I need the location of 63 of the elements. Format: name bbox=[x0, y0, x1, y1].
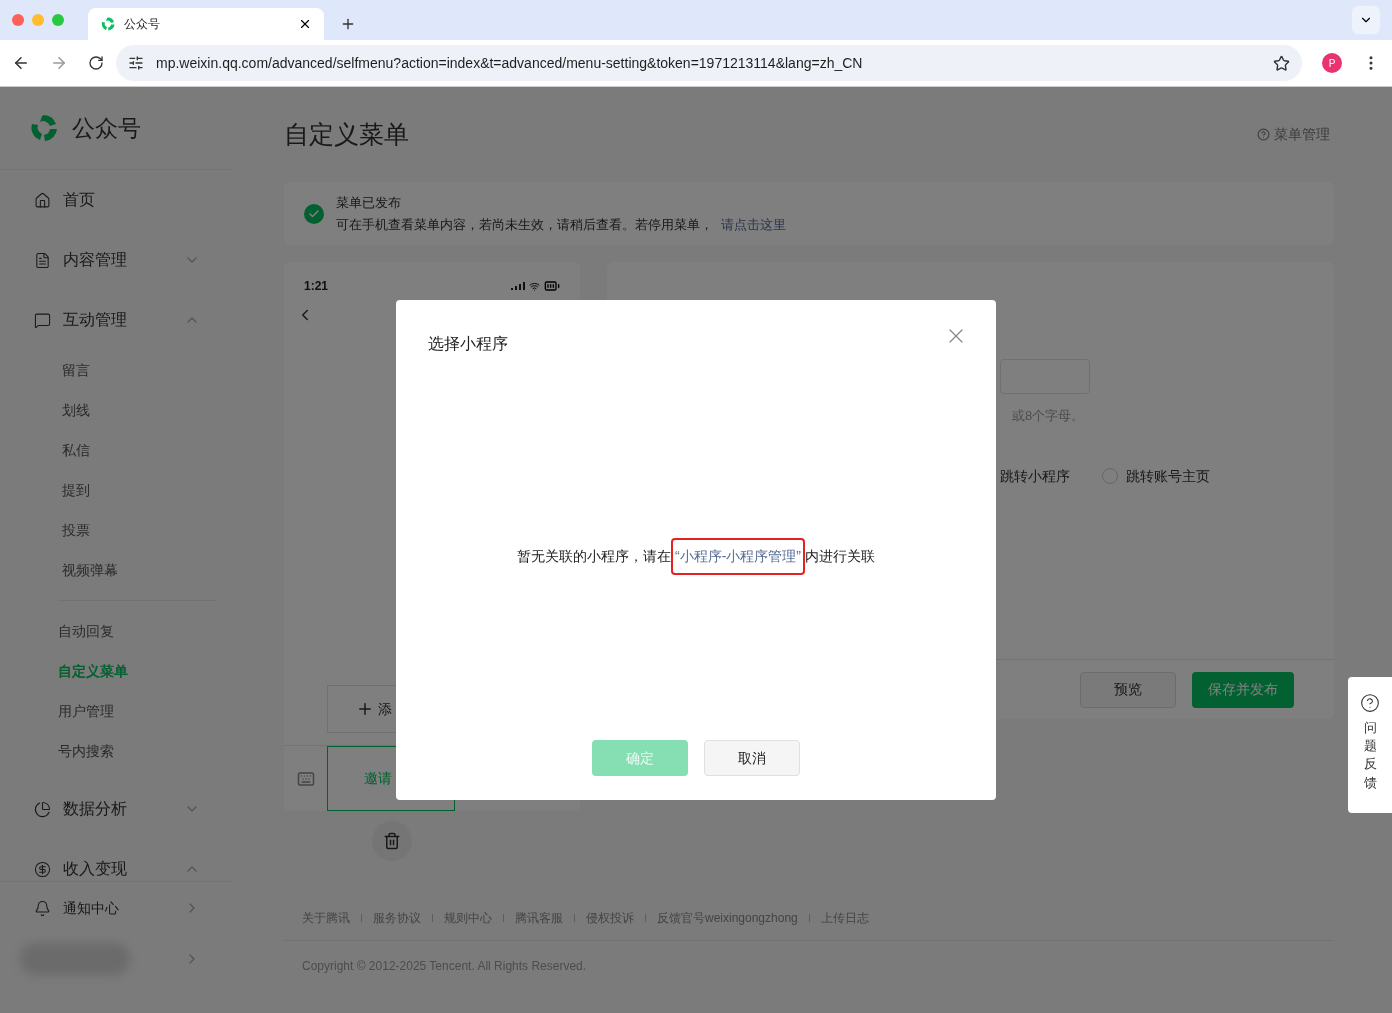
sidebar-group[interactable]: 数据分析 bbox=[0, 779, 232, 839]
page-title: 自定义菜单 bbox=[284, 118, 409, 150]
sidebar-icon bbox=[34, 860, 51, 878]
feedback-button[interactable]: 问题反馈 bbox=[1348, 677, 1392, 813]
sidebar-item[interactable]: 划线 bbox=[0, 390, 232, 430]
delete-button[interactable] bbox=[372, 821, 412, 861]
dialog-message: 内进行关联 bbox=[805, 546, 875, 566]
sidebar-icon bbox=[34, 800, 51, 818]
new-tab-icon[interactable] bbox=[340, 16, 356, 32]
mini-program-management-link[interactable]: “小程序-小程序管理” bbox=[671, 537, 805, 575]
sidebar-item[interactable]: 留言 bbox=[0, 350, 232, 390]
option-label: 跳转小程序 bbox=[1000, 466, 1070, 486]
status-icons bbox=[511, 278, 560, 294]
keyboard-icon[interactable] bbox=[296, 769, 315, 788]
preview-button[interactable]: 预览 bbox=[1080, 671, 1176, 708]
check-icon bbox=[304, 203, 324, 224]
notice-title: 菜单已发布 bbox=[336, 193, 402, 212]
help-icon bbox=[1360, 693, 1380, 713]
status-time: 1:21 bbox=[304, 278, 329, 295]
site-settings-icon[interactable] bbox=[128, 55, 144, 71]
bookmark-icon[interactable] bbox=[1273, 54, 1290, 72]
logo-icon bbox=[100, 16, 116, 32]
plus-icon bbox=[356, 700, 374, 718]
address-bar[interactable]: mp.weixin.qq.com/advanced/selfmenu?action=index&t=advanced/menu-setting&token=1971213114&lang=zh_CN bbox=[116, 45, 1302, 81]
maximize-window-icon[interactable] bbox=[52, 14, 64, 26]
dialog-title: 选择小程序 bbox=[428, 334, 508, 354]
sidebar-group[interactable]: 首页 bbox=[0, 170, 232, 230]
url-text: mp.weixin.qq.com/advanced/selfmenu?action=index&t=advanced/menu-setting&token=1971213114&lang=zh_CN bbox=[156, 53, 864, 73]
sidebar-item[interactable]: 视频弹幕 bbox=[0, 550, 232, 590]
back-icon[interactable] bbox=[12, 54, 30, 72]
sidebar-item[interactable]: 自定义菜单 bbox=[58, 651, 216, 691]
sidebar-group[interactable]: 内容管理 bbox=[0, 230, 232, 290]
logo-text: 公众号 bbox=[72, 113, 141, 143]
close-window-icon[interactable] bbox=[12, 14, 24, 26]
publish-button[interactable]: 保存并发布 bbox=[1192, 671, 1294, 708]
profile-avatar[interactable]: P bbox=[1322, 53, 1342, 73]
close-icon[interactable] bbox=[298, 17, 312, 31]
sidebar-icon bbox=[34, 311, 51, 329]
browser-tab[interactable]: 公众号 bbox=[88, 8, 324, 40]
help-icon bbox=[1257, 128, 1270, 141]
sidebar-icon bbox=[34, 251, 51, 269]
sidebar-item[interactable]: 私信 bbox=[0, 430, 232, 470]
reload-icon[interactable] bbox=[88, 55, 104, 71]
sidebar-item[interactable]: 通知中心 bbox=[0, 882, 232, 934]
tab-title: 公众号 bbox=[124, 16, 161, 32]
notice-text: 可在手机查看菜单内容，若尚未生效，请稍后查看。若停用菜单， bbox=[336, 215, 713, 234]
disable-menu-link[interactable]: 请点击这里 bbox=[721, 213, 786, 236]
sidebar-icon bbox=[34, 191, 51, 209]
bell-icon bbox=[34, 899, 51, 917]
sidebar-item[interactable]: 用户管理 bbox=[58, 691, 216, 731]
sidebar-group[interactable]: 收入变现 bbox=[0, 839, 232, 881]
dialog-message: 暂无关联的小程序，请在 bbox=[517, 546, 671, 566]
sidebar-item[interactable]: 提到 bbox=[0, 470, 232, 510]
menu-management-link[interactable]: 菜单管理 bbox=[1257, 124, 1330, 145]
sidebar-item[interactable]: 投票 bbox=[0, 510, 232, 550]
option-label: 跳转账号主页 bbox=[1126, 466, 1210, 486]
sidebar-group[interactable]: 互动管理 bbox=[0, 290, 232, 350]
forward-icon[interactable] bbox=[50, 54, 68, 72]
sidebar-item[interactable]: 自动回复 bbox=[58, 611, 216, 651]
trash-icon bbox=[383, 832, 401, 850]
cancel-button[interactable]: 取消 bbox=[704, 740, 800, 776]
sidebar-item[interactable]: 号内搜索 bbox=[58, 731, 216, 771]
logo-icon bbox=[28, 112, 60, 144]
